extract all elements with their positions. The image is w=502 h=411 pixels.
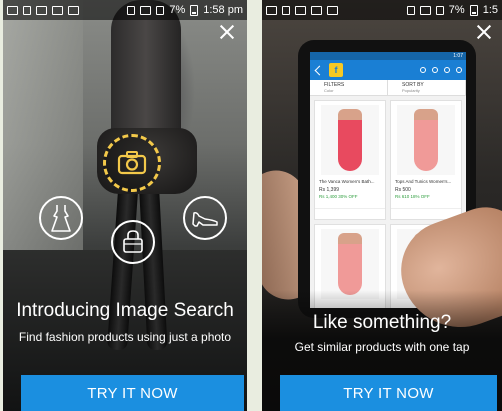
notification-icon [7,5,18,15]
cart-icon [444,67,450,73]
image-icon [52,5,63,15]
onboarding-screen-similar-products: 7% 1:5 1:07 f FILTERS Color SORT BY Popu… [262,0,502,411]
page-subtitle: Get similar products with one tap [294,340,470,354]
alarm-icon [127,5,136,15]
battery-icon [190,4,199,16]
try-it-now-button[interactable]: TRY IT NOW [21,375,244,411]
dress-icon[interactable] [39,196,83,240]
product-card: Tops And Tunics Women's... Rs 500 Rs 610… [390,100,462,220]
download-icon [327,5,338,15]
phone-status-time: 1:07 [310,52,466,60]
model-legs [106,174,171,355]
message-icon [36,5,47,15]
page-title: Introducing Image Search [16,300,234,321]
battery-icon [469,4,478,16]
signal-icon [435,5,444,15]
search-icon [420,67,426,73]
usb-icon [282,5,290,15]
more-icon [456,67,462,73]
wifi-icon [140,5,152,15]
alarm-icon [406,5,415,15]
phone-filter-bar: FILTERS Color SORT BY Popularity [310,80,466,96]
usb-icon [23,5,31,15]
product-name: Tops And Tunics Women's... [395,179,452,184]
product-image [397,105,455,175]
app-logo: f [329,63,343,77]
download-icon [68,5,79,15]
onboarding-screen-image-search: 7% 1:58 pm Introducing Image Search Find… [3,0,247,411]
status-time: 1:5 [482,4,498,16]
filters-control: FILTERS Color [310,80,388,95]
page-subtitle: Find fashion products using just a photo [18,330,232,344]
battery-percent: 7% [169,4,186,16]
product-actions [315,208,385,216]
status-bar: 7% 1:58 pm [3,0,247,20]
back-arrow-icon [314,65,325,75]
close-icon[interactable] [476,24,492,40]
product-mrp: Rs 1,400 30% OFF [319,194,358,199]
wifi-icon [419,5,431,15]
sort-control: SORT BY Popularity [388,80,466,95]
filters-value: Color [324,87,334,93]
notification-icon [266,5,277,15]
page-title: Like something? [312,312,452,333]
try-it-now-button[interactable]: TRY IT NOW [280,375,497,411]
status-bar: 7% 1:5 [262,0,502,20]
close-icon[interactable] [219,24,235,40]
product-price: Rs 1,399 [319,187,340,193]
product-image [321,229,379,299]
message-icon [295,5,306,15]
image-icon [311,5,322,15]
status-time: 1:58 pm [203,4,243,16]
handbag-icon[interactable] [111,220,155,264]
product-price: Rs 500 [395,187,411,193]
camera-icon[interactable] [103,134,161,192]
product-card: The Vanca Women's Bath... Rs 1,399 Rs 1,… [314,100,386,220]
sort-value: Popularity [402,87,420,93]
signal-icon [156,5,165,15]
shoe-icon[interactable] [183,196,227,240]
product-actions [391,208,461,216]
product-image [321,105,379,175]
product-mrp: Rs 610 18% OFF [395,194,430,199]
phone-app-bar: f [310,60,466,80]
product-name: The Vanca Women's Bath... [319,179,375,184]
notification-bell-icon [432,67,438,73]
battery-percent: 7% [448,4,465,16]
